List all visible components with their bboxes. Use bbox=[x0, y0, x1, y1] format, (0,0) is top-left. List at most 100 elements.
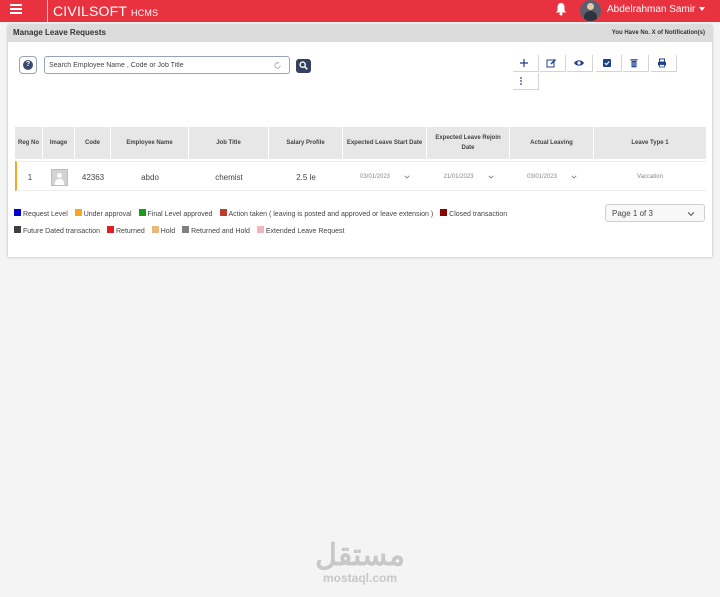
legend-item: Returned and Hold bbox=[182, 226, 250, 235]
status-legend-row-2: Future Dated transaction Returned Hold R… bbox=[14, 226, 349, 235]
col-job-title[interactable]: Job Title bbox=[189, 127, 269, 159]
legend-swatch bbox=[219, 209, 227, 216]
expected-rejoin-value: 21/01/2023 bbox=[443, 174, 474, 180]
approve-icon bbox=[603, 59, 611, 67]
legend-item: Closed transaction bbox=[440, 209, 507, 218]
cell-leave-type: Vaccation bbox=[637, 174, 663, 180]
brand-name: CIVILSOFT bbox=[53, 3, 127, 19]
cell-employee-name: abdo bbox=[141, 172, 159, 182]
col-employee-name[interactable]: Employee Name bbox=[111, 127, 189, 159]
more-options-button[interactable] bbox=[513, 73, 539, 90]
brand-subtitle: HCMS bbox=[131, 8, 159, 18]
user-menu[interactable]: Abdelrahman Samir bbox=[607, 4, 706, 15]
table-header: Reg No Image Code Employee Name Job Titl… bbox=[15, 127, 706, 159]
legend-swatch bbox=[74, 209, 82, 216]
legend-swatch bbox=[256, 226, 264, 233]
legend-item: Action taken ( leaving is posted and app… bbox=[219, 209, 434, 218]
page-selector-label: Page 1 of 3 bbox=[612, 209, 653, 218]
chevron-down-icon[interactable] bbox=[571, 174, 577, 180]
col-code[interactable]: Code bbox=[75, 127, 111, 159]
table-row[interactable]: 1 42363 abdo chemist 2.5 le 03/01/2023 2… bbox=[15, 161, 706, 191]
legend-item: Future Dated transaction bbox=[14, 226, 100, 235]
legend-swatch bbox=[138, 209, 146, 216]
col-expected-rejoin[interactable]: Expected Leave Rejoin Date bbox=[427, 127, 510, 159]
legend-item: Under approval bbox=[74, 209, 132, 218]
cell-image bbox=[43, 162, 75, 192]
col-reg-no[interactable]: Reg No bbox=[15, 127, 43, 159]
view-icon bbox=[574, 60, 584, 66]
legend-label: Returned and Hold bbox=[191, 228, 250, 235]
expected-start-value: 03/01/2023 bbox=[359, 174, 391, 180]
legend-swatch bbox=[440, 209, 448, 216]
hamburger-menu-icon[interactable] bbox=[10, 2, 26, 18]
help-button[interactable]: ? bbox=[19, 56, 37, 74]
col-salary-profile[interactable]: Salary Profile bbox=[269, 127, 343, 159]
col-actual-leaving[interactable]: Actual Leaving bbox=[510, 127, 594, 159]
leave-requests-table: Reg No Image Code Employee Name Job Titl… bbox=[15, 127, 706, 191]
delete-icon bbox=[630, 59, 638, 68]
col-leave-type[interactable]: Leave Type 1 bbox=[594, 127, 706, 159]
panel-header: Manage Leave Requests You Have No. X of … bbox=[8, 25, 712, 42]
legend-label: Under approval bbox=[83, 211, 132, 218]
question-icon: ? bbox=[23, 60, 33, 70]
legend-item: Extended Leave Request bbox=[256, 226, 345, 235]
print-icon bbox=[658, 58, 666, 68]
add-button[interactable] bbox=[513, 55, 539, 72]
search-button[interactable] bbox=[296, 59, 311, 73]
view-button[interactable] bbox=[567, 55, 593, 72]
search-icon bbox=[299, 61, 308, 70]
chevron-down-icon bbox=[687, 212, 695, 217]
legend-item: Returned bbox=[107, 226, 145, 235]
more-icon bbox=[520, 77, 522, 85]
legend-swatch bbox=[14, 209, 21, 216]
legend-label: Final Level approved bbox=[147, 211, 213, 218]
legend-swatch bbox=[107, 226, 114, 233]
edit-button[interactable] bbox=[540, 55, 566, 72]
page-selector[interactable]: Page 1 of 3 bbox=[605, 204, 705, 222]
cell-reg-no: 1 bbox=[27, 172, 33, 182]
legend-label: Future Dated transaction bbox=[23, 228, 101, 235]
top-navbar: CIVILSOFT HCMS Abdelrahman Samir bbox=[0, 0, 720, 22]
legend-label: Request Level bbox=[23, 211, 68, 218]
watermark-latin: mostaql.com bbox=[322, 571, 397, 585]
reset-icon[interactable] bbox=[273, 61, 282, 70]
legend-item: Request Level bbox=[14, 209, 68, 218]
watermark-arabic: مستقل bbox=[315, 539, 405, 572]
legend-label: Extended Leave Request bbox=[265, 228, 345, 235]
delete-button[interactable] bbox=[623, 55, 649, 72]
add-icon bbox=[520, 59, 528, 67]
search-field[interactable] bbox=[44, 56, 290, 74]
notification-count[interactable]: You Have No. X of Notification(s) bbox=[612, 30, 705, 36]
legend-item: Final Level approved bbox=[138, 209, 213, 218]
cell-actual-leaving[interactable]: 03/01/2023 bbox=[510, 162, 594, 192]
legend-swatch bbox=[14, 226, 21, 233]
status-legend-row-1: Request Level Under approval Final Level… bbox=[14, 209, 512, 218]
print-button[interactable] bbox=[651, 55, 677, 72]
brand-logo[interactable]: CIVILSOFT HCMS bbox=[53, 3, 158, 19]
search-input[interactable] bbox=[49, 59, 264, 71]
col-image[interactable]: Image bbox=[43, 127, 75, 159]
cell-job-title: chemist bbox=[215, 172, 243, 182]
user-name-label: Abdelrahman Samir bbox=[607, 4, 696, 15]
employee-photo[interactable] bbox=[50, 168, 68, 186]
legend-item: Hold bbox=[151, 226, 176, 235]
actual-leaving-value: 03/01/2023 bbox=[526, 174, 558, 180]
legend-label: Hold bbox=[160, 228, 176, 235]
chevron-down-icon[interactable] bbox=[488, 174, 494, 180]
page-title: Manage Leave Requests bbox=[13, 28, 106, 37]
user-avatar[interactable] bbox=[580, 0, 601, 21]
approve-button[interactable] bbox=[596, 55, 622, 72]
leave-requests-panel: Manage Leave Requests You Have No. X of … bbox=[8, 25, 712, 257]
legend-label: Returned bbox=[116, 228, 145, 235]
legend-label: Action taken ( leaving is posted and app… bbox=[228, 211, 434, 218]
watermark: مستقل mostaql.com bbox=[300, 539, 420, 585]
chevron-down-icon[interactable] bbox=[404, 174, 410, 180]
cell-expected-start[interactable]: 03/01/2023 bbox=[343, 162, 427, 192]
legend-swatch bbox=[151, 226, 159, 233]
cell-expected-rejoin[interactable]: 21/01/2023 bbox=[427, 162, 510, 192]
col-expected-start[interactable]: Expected Leave Start Date bbox=[343, 127, 427, 159]
legend-label: Closed transaction bbox=[449, 211, 508, 218]
legend-swatch bbox=[182, 226, 190, 233]
notification-bell-icon[interactable] bbox=[555, 2, 567, 16]
edit-icon bbox=[546, 58, 557, 68]
